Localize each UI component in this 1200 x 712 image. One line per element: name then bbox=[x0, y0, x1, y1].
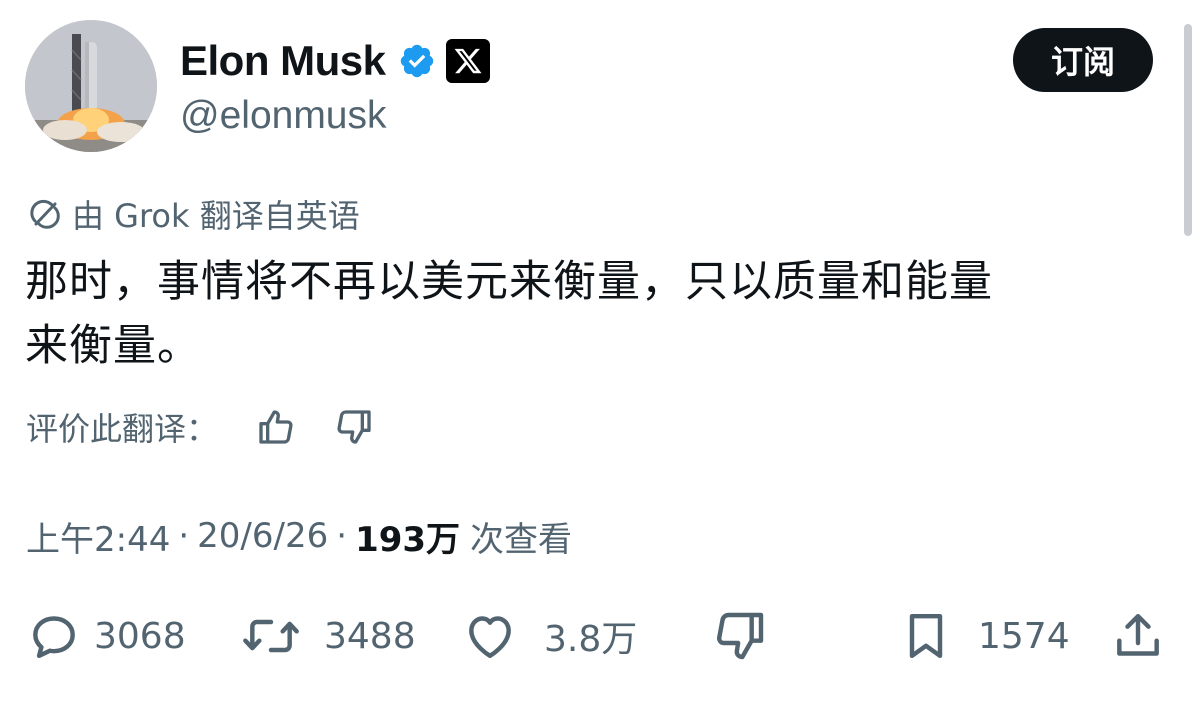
tweet-date[interactable]: 20/6/26 bbox=[197, 516, 328, 556]
verified-badge-icon[interactable] bbox=[398, 42, 436, 80]
share-icon bbox=[1110, 608, 1166, 664]
heart-icon bbox=[462, 608, 518, 664]
subscribe-button[interactable]: 订阅 bbox=[1013, 28, 1153, 92]
tweet-text: 那时，事情将不再以美元来衡量，只以质量和能量 来衡量。 bbox=[25, 250, 1165, 378]
views-count: 193万 bbox=[355, 519, 461, 560]
tweet-time[interactable]: 上午2:44 bbox=[26, 512, 170, 561]
repost-icon bbox=[240, 608, 302, 664]
x-logo-icon bbox=[445, 39, 490, 83]
translation-label: 由 Grok 翻译自英语 bbox=[72, 197, 360, 235]
tweet-text-line: 那时，事情将不再以美元来衡量，只以质量和能量 bbox=[25, 257, 993, 307]
grok-icon bbox=[28, 197, 62, 231]
handle[interactable]: @elonmusk bbox=[180, 94, 387, 138]
author-name-row: Elon Musk bbox=[180, 34, 490, 88]
bookmark-count: 1574 bbox=[978, 615, 1070, 657]
thumbs-down-icon[interactable] bbox=[332, 405, 376, 449]
views-label: 次查看 bbox=[470, 519, 573, 560]
like-count: 3.8万 bbox=[544, 619, 638, 660]
scrollbar[interactable] bbox=[1184, 24, 1192, 236]
bookmark-icon bbox=[898, 608, 954, 664]
rate-translation: 评价此翻译： bbox=[26, 402, 376, 452]
tweet-text-line: 来衡量。 bbox=[25, 321, 201, 371]
tweet-meta: 上午2:44 · 20/6/26 · 193万 次查看 bbox=[26, 510, 572, 562]
reply-button[interactable]: 3068 bbox=[26, 604, 186, 668]
repost-button[interactable]: 3488 bbox=[240, 604, 416, 668]
meta-separator: · bbox=[178, 516, 190, 556]
avatar[interactable] bbox=[25, 20, 157, 152]
bookmark-button[interactable]: 1574 bbox=[898, 604, 1070, 668]
meta-separator: · bbox=[336, 516, 348, 556]
share-button[interactable] bbox=[1110, 604, 1166, 668]
thumbs-down-icon bbox=[712, 608, 768, 664]
rate-translation-label: 评价此翻译： bbox=[26, 410, 219, 448]
reply-icon bbox=[26, 608, 82, 664]
thumbs-up-icon[interactable] bbox=[254, 405, 298, 449]
display-name[interactable]: Elon Musk bbox=[180, 37, 386, 85]
reply-count: 3068 bbox=[94, 615, 186, 657]
dislike-button[interactable] bbox=[712, 604, 768, 668]
repost-count: 3488 bbox=[324, 615, 416, 657]
like-button[interactable]: 3.8万 bbox=[462, 604, 637, 668]
translation-notice: 由 Grok 翻译自英语 bbox=[28, 192, 360, 236]
